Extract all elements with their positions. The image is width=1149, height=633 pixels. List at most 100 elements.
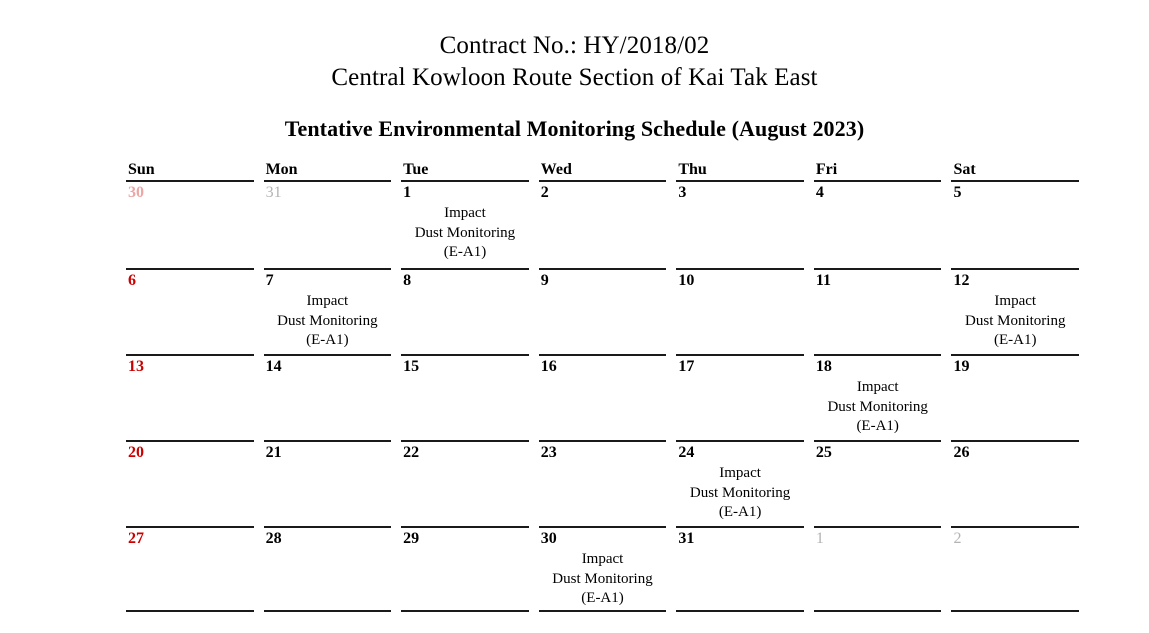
event-line: (E-A1) — [306, 332, 349, 348]
event-line: (E-A1) — [856, 418, 899, 434]
day-number: 6 — [128, 272, 136, 289]
day-number: 16 — [540, 358, 557, 375]
calendar-day-cell[interactable]: 26 — [951, 440, 1080, 526]
event-line: (E-A1) — [581, 590, 624, 606]
monitoring-event[interactable]: Impact Dust Monitoring (E-A1) — [401, 204, 529, 263]
day-number: 24 — [678, 444, 695, 461]
day-number: 18 — [815, 358, 832, 375]
day-number: 5 — [953, 184, 962, 201]
monitoring-event[interactable]: Impact Dust Monitoring (E-A1) — [814, 378, 942, 437]
calendar-day-cell[interactable]: 9 — [538, 268, 667, 354]
event-line: Impact — [581, 551, 624, 567]
document-header: Contract No.: HY/2018/02 Central Kowloon… — [0, 0, 1149, 143]
calendar-day-cell[interactable]: 29 — [401, 526, 529, 612]
day-number: 21 — [265, 444, 282, 461]
event-line: Dust Monitoring — [552, 570, 653, 587]
dayname-label: Sat — [953, 161, 976, 178]
event-line: Impact — [994, 293, 1037, 309]
calendar-day-cell[interactable]: 30 Impact Dust Monitoring (E-A1) — [538, 526, 667, 612]
calendar-header-cell-mon: Mon — [263, 160, 392, 182]
calendar-day-cell[interactable]: 22 — [401, 440, 529, 526]
day-number: 31 — [678, 530, 695, 547]
calendar-day-cell[interactable]: 13 — [126, 354, 254, 440]
calendar-day-cell[interactable]: 14 — [263, 354, 392, 440]
calendar-day-cell[interactable]: 2 — [951, 526, 1080, 612]
calendar-week-row: 20 21 22 23 24 Impact Dust Monitoring (E-A1) 25 2… — [126, 440, 1080, 526]
event-line: Dust Monitoring — [689, 484, 791, 501]
calendar-day-cell[interactable]: 30 — [126, 182, 254, 268]
calendar-day-cell[interactable]: 31 — [676, 526, 804, 612]
calendar-day-cell[interactable]: 23 — [538, 440, 667, 526]
monitoring-event[interactable]: Impact Dust Monitoring (E-A1) — [539, 550, 667, 609]
event-line: Impact — [856, 379, 899, 395]
calendar-day-cell[interactable]: 2 — [539, 182, 667, 268]
calendar-day-cell[interactable]: 24 Impact Dust Monitoring (E-A1) — [676, 440, 804, 526]
calendar-day-cell[interactable]: 4 — [814, 182, 942, 268]
calendar-header-cell-wed: Wed — [538, 160, 667, 182]
day-number: 13 — [128, 358, 144, 375]
calendar-day-cell[interactable]: 25 — [813, 440, 942, 526]
event-line: Dust Monitoring — [827, 398, 928, 415]
day-number: 28 — [265, 530, 282, 547]
calendar-day-cell[interactable]: 18 Impact Dust Monitoring (E-A1) — [813, 354, 942, 440]
calendar-day-cell[interactable]: 31 — [264, 182, 392, 268]
calendar-day-cell[interactable]: 20 — [126, 440, 254, 526]
calendar-header-cell-thu: Thu — [676, 160, 804, 182]
event-line: (E-A1) — [718, 504, 762, 520]
event-line: (E-A1) — [443, 244, 487, 260]
day-number: 11 — [815, 272, 832, 289]
calendar-day-cell[interactable]: 5 — [951, 182, 1079, 268]
calendar-day-cell[interactable]: 8 — [401, 268, 529, 354]
event-line: Impact — [719, 465, 761, 481]
day-number: 1 — [403, 184, 412, 201]
calendar-week-row: 30 31 1 Impact Dust Monitoring (E-A1) 2 3 4 5 — [126, 182, 1079, 268]
calendar-day-cell[interactable]: 21 — [263, 440, 392, 526]
dayname-label: Fri — [815, 161, 838, 178]
calendar-day-cell[interactable]: 19 — [951, 354, 1080, 440]
day-number: 9 — [540, 272, 549, 289]
monitoring-event[interactable]: Impact Dust Monitoring (E-A1) — [264, 292, 392, 351]
schedule-title: Tentative Environmental Monitoring Sched… — [284, 116, 865, 141]
day-number: 1 — [815, 530, 824, 547]
day-number: 29 — [403, 530, 420, 547]
day-number: 22 — [403, 444, 420, 461]
day-number: 20 — [128, 444, 144, 461]
dayname-label: Wed — [540, 161, 572, 178]
calendar-header-cell-sat: Sat — [951, 160, 1080, 182]
day-number: 31 — [265, 184, 282, 201]
calendar-header-row: Sun Mon Tue Wed Thu Fri Sat — [126, 160, 1080, 182]
calendar-day-cell[interactable]: 27 — [126, 526, 254, 612]
calendar-day-cell[interactable]: 12 Impact Dust Monitoring (E-A1) — [951, 268, 1080, 354]
day-number: 4 — [815, 184, 824, 201]
monitoring-event[interactable]: Impact Dust Monitoring (E-A1) — [676, 464, 804, 523]
calendar-day-cell[interactable]: 28 — [263, 526, 392, 612]
calendar-day-cell[interactable]: 16 — [538, 354, 667, 440]
calendar-week-row: 27 28 29 30 Impact Dust Monitoring (E-A1) 31 1 2 — [126, 526, 1080, 612]
day-number: 30 — [128, 184, 144, 201]
calendar-day-cell[interactable]: 11 — [813, 268, 942, 354]
calendar-day-cell[interactable]: 1 — [813, 526, 942, 612]
calendar-day-cell[interactable]: 7 Impact Dust Monitoring (E-A1) — [263, 268, 392, 354]
calendar-header-cell-tue: Tue — [401, 160, 529, 182]
calendar-day-cell[interactable]: 1 Impact Dust Monitoring (E-A1) — [401, 182, 529, 268]
calendar-day-cell[interactable]: 17 — [676, 354, 804, 440]
calendar-day-cell[interactable]: 15 — [401, 354, 529, 440]
calendar-week-row: 6 7 Impact Dust Monitoring (E-A1) 8 9 10 11 12 Imp… — [126, 268, 1080, 354]
calendar-day-cell[interactable]: 6 — [126, 268, 254, 354]
day-number: 26 — [953, 444, 970, 461]
day-number: 8 — [403, 272, 412, 289]
calendar-week-row: 13 14 15 16 17 18 Impact Dust Monitoring (E-A1) 1… — [126, 354, 1080, 440]
dayname-label: Thu — [678, 161, 707, 178]
event-line: Dust Monitoring — [414, 224, 516, 241]
calendar-day-cell[interactable]: 3 — [676, 182, 804, 268]
day-number: 7 — [265, 272, 274, 289]
event-line: Impact — [444, 205, 486, 221]
monitoring-event[interactable]: Impact Dust Monitoring (E-A1) — [951, 292, 1079, 351]
calendar-day-cell[interactable]: 10 — [676, 268, 804, 354]
day-number: 27 — [128, 530, 144, 547]
day-number: 2 — [953, 530, 962, 547]
day-number: 15 — [403, 358, 420, 375]
event-line: Impact — [306, 293, 349, 309]
day-number: 12 — [953, 272, 970, 289]
day-number: 25 — [815, 444, 832, 461]
